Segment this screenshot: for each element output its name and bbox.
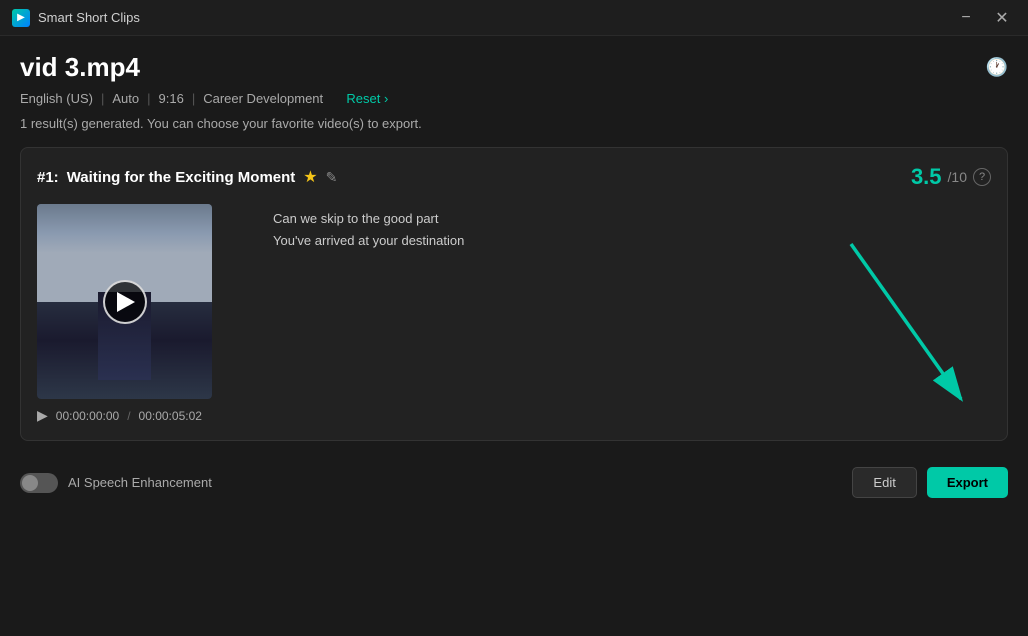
ai-speech-toggle[interactable] xyxy=(20,473,58,493)
clip-card: #1: Waiting for the Exciting Moment ★ ✎ … xyxy=(20,147,1008,441)
meta-sep-2: | xyxy=(147,91,150,106)
bottom-bar: AI Speech Enhancement Edit Export xyxy=(20,455,1008,498)
card-header: #1: Waiting for the Exciting Moment ★ ✎ … xyxy=(37,164,991,190)
close-button[interactable]: ✕ xyxy=(988,4,1016,32)
meta-mode: Auto xyxy=(112,91,139,106)
file-name: vid 3.mp4 xyxy=(20,52,140,83)
video-controls: ▶ 00:00:00:00 / 00:00:05:02 xyxy=(37,407,257,424)
time-current: 00:00:00:00 xyxy=(56,409,119,423)
time-total: 00:00:05:02 xyxy=(139,409,202,423)
score-denom: /10 xyxy=(948,169,967,185)
score-value: 3.5 xyxy=(911,164,942,190)
title-bar: ▶ Smart Short Clips − ✕ xyxy=(0,0,1028,36)
export-button[interactable]: Export xyxy=(927,467,1008,498)
play-button[interactable] xyxy=(103,280,147,324)
meta-topic: Career Development xyxy=(203,91,323,106)
app-icon: ▶ xyxy=(12,9,30,27)
star-icon[interactable]: ★ xyxy=(303,167,317,187)
title-bar-left: ▶ Smart Short Clips xyxy=(12,9,140,27)
ai-toggle-section: AI Speech Enhancement xyxy=(20,473,212,493)
meta-language: English (US) xyxy=(20,91,93,106)
play-small-icon[interactable]: ▶ xyxy=(37,407,48,424)
meta-sep-4 xyxy=(331,91,338,106)
meta-aspect: 9:16 xyxy=(159,91,184,106)
meta-sep-3: | xyxy=(192,91,195,106)
main-content: vid 3.mp4 🕐 English (US) | Auto | 9:16 |… xyxy=(0,36,1028,514)
minimize-button[interactable]: − xyxy=(952,4,980,32)
reset-button[interactable]: Reset › xyxy=(346,91,388,106)
edit-icon[interactable]: ✎ xyxy=(326,169,338,186)
meta-sep-1: | xyxy=(101,91,104,106)
transcript-line-1: Can we skip to the good part xyxy=(273,208,991,230)
toggle-knob xyxy=(22,475,38,491)
card-body: ▶ 00:00:00:00 / 00:00:05:02 Can we skip … xyxy=(37,204,991,424)
play-triangle-icon xyxy=(117,292,135,312)
time-sep: / xyxy=(127,409,130,423)
title-bar-controls: − ✕ xyxy=(952,4,1016,32)
result-info: 1 result(s) generated. You can choose yo… xyxy=(20,116,1008,131)
history-icon[interactable]: 🕐 xyxy=(986,57,1008,78)
transcript-line-2: You've arrived at your destination xyxy=(273,230,991,252)
card-title-left: #1: Waiting for the Exciting Moment ★ ✎ xyxy=(37,167,337,187)
ai-label: AI Speech Enhancement xyxy=(68,475,212,490)
video-section: ▶ 00:00:00:00 / 00:00:05:02 xyxy=(37,204,257,424)
score-area: 3.5 /10 ? xyxy=(911,164,991,190)
clip-name: Waiting for the Exciting Moment xyxy=(67,169,296,186)
app-title: Smart Short Clips xyxy=(38,10,140,25)
transcript-section: Can we skip to the good part You've arri… xyxy=(273,204,991,424)
transcript-text: Can we skip to the good part You've arri… xyxy=(273,208,991,252)
info-icon[interactable]: ? xyxy=(973,168,991,186)
clip-number: #1: xyxy=(37,169,59,186)
video-thumbnail xyxy=(37,204,212,399)
action-buttons: Edit Export xyxy=(852,467,1008,498)
edit-button[interactable]: Edit xyxy=(852,467,916,498)
file-title-row: vid 3.mp4 🕐 xyxy=(20,52,1008,83)
meta-bar: English (US) | Auto | 9:16 | Career Deve… xyxy=(20,91,1008,106)
